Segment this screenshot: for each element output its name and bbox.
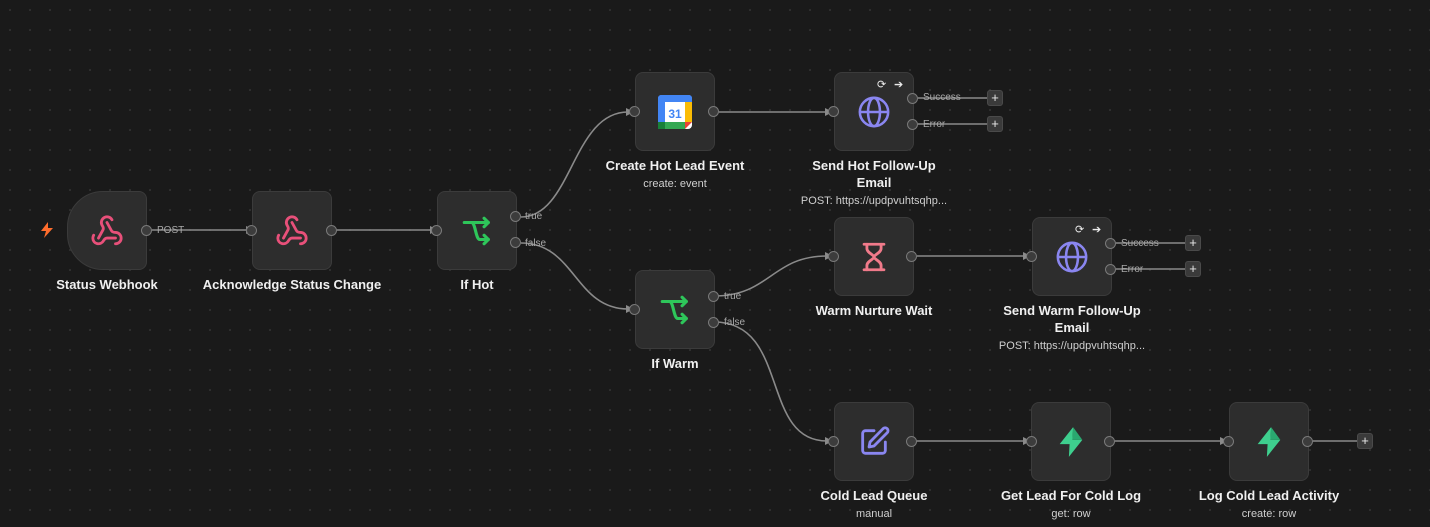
port-out[interactable] <box>326 225 337 236</box>
add-node-button[interactable]: + <box>1357 433 1373 449</box>
node-subtitle: create: row <box>1241 508 1297 520</box>
port-out[interactable] <box>906 251 917 262</box>
edge-label-post: POST <box>157 225 185 236</box>
node-title: If Hot <box>460 277 494 292</box>
port-in[interactable] <box>1026 251 1037 262</box>
add-node-button[interactable]: + <box>1185 235 1201 251</box>
port-out-error[interactable] <box>1105 264 1116 275</box>
webhook-icon <box>91 214 123 245</box>
branch-icon <box>462 216 490 245</box>
hourglass-icon <box>862 242 886 271</box>
node-title: Send Hot Follow-Up Email <box>812 158 936 190</box>
node-title: If Warm <box>651 356 699 371</box>
node-title: Get Lead For Cold Log <box>1000 488 1142 503</box>
edge-label-false: false <box>525 238 547 249</box>
port-out-success[interactable] <box>1105 238 1116 249</box>
port-out[interactable] <box>708 106 719 117</box>
node-create-hot-lead-event[interactable]: 31 <box>635 72 715 151</box>
port-in[interactable] <box>246 225 257 236</box>
add-node-button[interactable]: + <box>987 116 1003 132</box>
node-title: Cold Lead Queue <box>820 488 928 503</box>
node-subtitle: manual <box>855 508 893 520</box>
node-cold-lead-queue[interactable] <box>834 402 914 481</box>
calendar-day-number: 31 <box>668 107 682 121</box>
port-in[interactable] <box>1026 436 1037 447</box>
trigger-bolt-icon <box>41 222 53 238</box>
node-title: Status Webhook <box>56 277 158 292</box>
port-out[interactable] <box>1302 436 1313 447</box>
port-in[interactable] <box>828 106 839 117</box>
google-calendar-icon: 31 <box>658 94 692 129</box>
edit-icon <box>861 425 890 455</box>
port-in[interactable] <box>431 225 442 236</box>
port-out-false[interactable] <box>708 317 719 328</box>
node-status-webhook[interactable] <box>67 191 147 270</box>
webhook-icon <box>276 214 308 245</box>
port-out[interactable] <box>1104 436 1115 447</box>
add-node-button[interactable]: + <box>987 90 1003 106</box>
port-in[interactable] <box>828 436 839 447</box>
node-if-hot[interactable] <box>437 191 517 270</box>
node-warm-nurture-wait[interactable] <box>834 217 914 296</box>
branch-icon <box>660 295 688 324</box>
edge-ifwarm-false-cold-queue[interactable] <box>713 321 828 442</box>
node-title: Log Cold Lead Activity <box>1198 488 1340 503</box>
add-node-button[interactable]: + <box>1185 261 1201 277</box>
connections-layer <box>152 97 1357 445</box>
edge-label-false: false <box>724 317 746 328</box>
port-in[interactable] <box>828 251 839 262</box>
edge-label-error: Error <box>1121 264 1144 275</box>
node-subtitle: POST: https://updpvuhtsqhp... <box>800 195 948 207</box>
node-title: Acknowledge Status Change <box>202 277 382 292</box>
globe-icon <box>858 96 890 127</box>
supabase-icon <box>1257 426 1281 457</box>
retry-icon: ⟳ <box>877 79 887 91</box>
edge-label-error: Error <box>923 119 946 130</box>
port-out-error[interactable] <box>907 119 918 130</box>
node-title: Create Hot Lead Event <box>605 158 745 173</box>
port-out-false[interactable] <box>510 237 521 248</box>
edge-label-success: Success <box>923 92 961 103</box>
node-if-warm[interactable] <box>635 270 715 349</box>
node-subtitle: POST: https://updpvuhtsqhp... <box>998 340 1146 352</box>
edge-label-true: true <box>525 211 543 222</box>
edge-ifwarm-true-warm-wait[interactable] <box>713 255 828 297</box>
arrow-right-icon: ➔ <box>1092 224 1102 236</box>
port-in[interactable] <box>629 106 640 117</box>
retry-icon: ⟳ <box>1075 224 1085 236</box>
port-out[interactable] <box>906 436 917 447</box>
port-out[interactable] <box>141 225 152 236</box>
edge-label-success: Success <box>1121 238 1159 249</box>
arrow-right-icon: ➔ <box>894 79 904 91</box>
port-out-success[interactable] <box>907 93 918 104</box>
supabase-icon <box>1059 426 1083 457</box>
edge-label-true: true <box>724 291 742 302</box>
node-title: Warm Nurture Wait <box>815 303 933 318</box>
node-title: Send Warm Follow-Up Email <box>1003 303 1141 335</box>
node-subtitle: get: row <box>1051 508 1091 520</box>
port-out-true[interactable] <box>708 291 719 302</box>
node-get-lead-for-cold-log[interactable] <box>1031 402 1111 481</box>
node-acknowledge-status-change[interactable] <box>252 191 332 270</box>
port-in[interactable] <box>629 304 640 315</box>
port-out-true[interactable] <box>510 211 521 222</box>
node-log-cold-lead-activity[interactable] <box>1229 402 1309 481</box>
workflow-canvas[interactable]: POST Status Webhook Acknowledge Status C… <box>0 0 1430 527</box>
globe-icon <box>1056 241 1088 272</box>
port-in[interactable] <box>1223 436 1234 447</box>
node-subtitle: create: event <box>643 178 707 190</box>
